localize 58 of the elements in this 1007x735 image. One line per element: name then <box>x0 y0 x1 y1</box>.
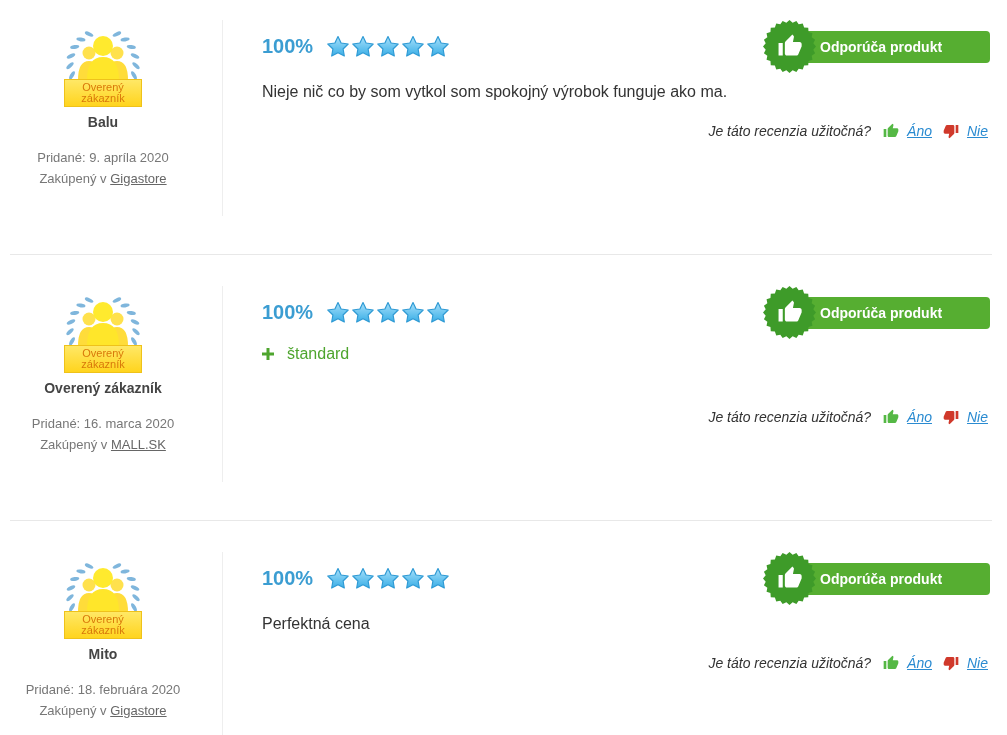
thumbs-down-icon[interactable] <box>943 655 959 671</box>
author-name: Mito <box>88 646 118 663</box>
helpful-link[interactable]: Áno <box>907 122 932 140</box>
shop-link[interactable]: Gigastore <box>110 171 167 186</box>
helpful-link[interactable]: Áno <box>907 654 932 672</box>
verified-badge-label: Overený zákazník <box>64 345 142 373</box>
star-icon <box>376 34 401 59</box>
author-name: Overený zákazník <box>44 380 162 397</box>
verified-badge-label: Overený zákazník <box>64 79 142 107</box>
star-icon <box>326 566 351 591</box>
rosette-thumbs-up-icon <box>763 20 816 73</box>
helpful-question: Je táto recenzia užitočná? <box>708 654 872 672</box>
rating-percent: 100% <box>262 567 314 590</box>
thumbs-up-icon[interactable] <box>883 409 900 425</box>
shop-link[interactable]: Gigastore <box>110 703 167 718</box>
helpful-question: Je táto recenzia užitočná? <box>708 408 872 426</box>
unhelpful-link[interactable]: Nie <box>967 122 988 140</box>
rating-percent: 100% <box>262 301 314 324</box>
star-icon <box>326 300 351 325</box>
purchase-info: Zakúpený v MALL.SK <box>40 436 166 454</box>
helpful-question: Je táto recenzia užitočná? <box>708 122 872 140</box>
rating-percent: 100% <box>262 35 314 58</box>
date-added: Pridané: 9. apríla 2020 <box>37 149 169 167</box>
star-icon <box>401 34 426 59</box>
plus-icon <box>262 348 274 360</box>
rosette-thumbs-up-icon <box>763 552 816 605</box>
star-icon <box>376 300 401 325</box>
star-icon <box>351 566 376 591</box>
star-icon <box>401 300 426 325</box>
thumbs-up-icon[interactable] <box>883 123 900 139</box>
helpful-link[interactable]: Áno <box>907 408 932 426</box>
date-added: Pridané: 16. marca 2020 <box>31 415 175 433</box>
date-added: Pridané: 18. februára 2020 <box>25 681 181 699</box>
star-icon <box>326 34 351 59</box>
rosette-thumbs-up-icon <box>763 286 816 339</box>
star-icon <box>376 566 401 591</box>
star-icon <box>426 34 451 59</box>
thumbs-up-icon[interactable] <box>883 655 900 671</box>
review-text: Nieje nič co by som vytkol som spokojný výrobok funguje ako ma. <box>262 82 729 102</box>
shop-link[interactable]: MALL.SK <box>110 437 166 452</box>
author-name: Balu <box>87 114 119 131</box>
thumbs-down-icon[interactable] <box>943 409 959 425</box>
pro-text: štandard <box>287 344 350 364</box>
laurel-people-icon <box>64 30 142 80</box>
unhelpful-link[interactable]: Nie <box>967 654 988 672</box>
laurel-people-icon <box>64 562 142 612</box>
star-icon <box>426 566 451 591</box>
star-icon <box>401 566 426 591</box>
star-icon <box>426 300 451 325</box>
star-icon <box>351 34 376 59</box>
verified-badge-label: Overený zákazník <box>64 611 142 639</box>
star-icon <box>351 300 376 325</box>
laurel-people-icon <box>64 296 142 346</box>
purchase-info: Zakúpený v Gigastore <box>39 170 167 188</box>
purchase-info: Zakúpený v Gigastore <box>39 702 167 720</box>
thumbs-down-icon[interactable] <box>943 123 959 139</box>
unhelpful-link[interactable]: Nie <box>967 408 988 426</box>
review-text: Perfektná cena <box>262 614 371 634</box>
